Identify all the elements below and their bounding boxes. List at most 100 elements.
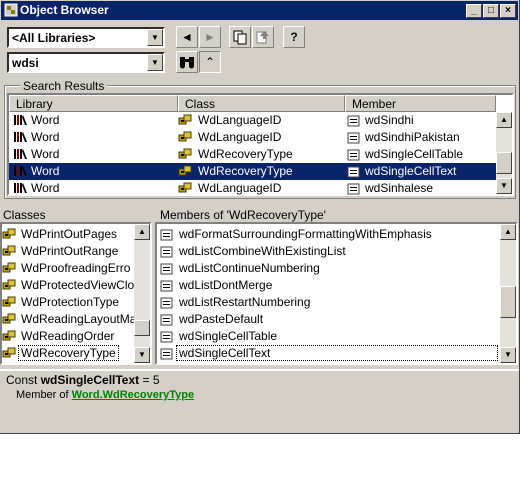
member-name: wdListContinueNumbering xyxy=(179,261,320,275)
class-list-item[interactable]: WdProofreadingErro xyxy=(2,260,134,277)
help-button[interactable]: ? xyxy=(283,26,305,48)
class-link[interactable]: WdRecoveryType xyxy=(103,389,195,401)
classes-scroll-thumb[interactable] xyxy=(134,320,150,336)
column-header-library[interactable]: Library xyxy=(9,95,178,112)
constant-icon xyxy=(160,297,173,309)
scroll-up-button[interactable]: ▲ xyxy=(496,112,512,128)
search-result-row[interactable]: Word WdLanguageID wdSinhalese xyxy=(9,180,496,197)
column-header-member[interactable]: Member xyxy=(345,95,496,112)
search-button[interactable] xyxy=(176,51,198,73)
members-header: Members of 'WdRecoveryType' xyxy=(160,208,326,222)
library-combo-value: <All Libraries> xyxy=(12,31,96,45)
library-icon xyxy=(14,132,27,142)
view-definition-icon xyxy=(256,31,269,44)
class-name: WdProtectionType xyxy=(21,295,120,309)
members-scroll-thumb[interactable] xyxy=(500,286,516,318)
class-list-item[interactable]: WdPrintOutRange xyxy=(2,243,134,260)
member-list-item[interactable]: wdListDontMerge xyxy=(157,277,500,294)
constant-icon xyxy=(347,149,360,161)
library-link[interactable]: Word xyxy=(72,389,100,401)
details-prefix: Const xyxy=(6,373,41,387)
maximize-button[interactable]: □ xyxy=(483,4,499,18)
object-browser-icon xyxy=(4,3,18,17)
details-member-name: wdSingleCellText xyxy=(40,373,140,387)
close-button[interactable]: × xyxy=(500,4,516,18)
library-icon xyxy=(14,149,27,159)
details-member-of: Member of Word.WdRecoveryType xyxy=(16,389,194,401)
class-name: WdPrintOutPages xyxy=(21,227,118,241)
column-header-class[interactable]: Class xyxy=(178,95,345,112)
member-name: wdFormatSurroundingFormattingWithEmphasi… xyxy=(179,227,432,241)
constant-icon xyxy=(160,263,173,275)
details-member-of-label: Member of xyxy=(16,389,72,401)
constant-icon xyxy=(160,331,173,343)
copy-to-clipboard-button[interactable] xyxy=(229,26,251,48)
enum-class-icon xyxy=(178,114,192,125)
hide-search-results-button[interactable]: ⌃ xyxy=(199,51,221,73)
member-list-item[interactable]: wdSingleCellText xyxy=(157,345,500,362)
classes-scrollbar[interactable]: ▲ ▼ xyxy=(134,224,150,363)
member-list-item[interactable]: wdPasteDefault xyxy=(157,311,500,328)
enum-class-icon xyxy=(178,182,192,193)
members-list[interactable]: wdFormatSurroundingFormattingWithEmphasi… xyxy=(155,222,518,365)
members-scroll-down-button[interactable]: ▼ xyxy=(500,347,516,363)
title-bar[interactable]: Object Browser _ □ × xyxy=(1,1,518,20)
result-class: WdRecoveryType xyxy=(198,147,293,161)
result-member: wdSindhiPakistan xyxy=(365,130,460,144)
search-results-list[interactable]: Library Class Member Word WdLanguageID wdS… xyxy=(7,93,514,196)
search-text-value: wdsi xyxy=(12,56,39,70)
class-name: WdProtectedViewClo xyxy=(21,278,134,292)
members-scroll-up-button[interactable]: ▲ xyxy=(500,224,516,240)
result-member: wdSingleCellText xyxy=(365,164,457,178)
class-name: WdReadingLayoutMa xyxy=(21,312,134,326)
member-list-item[interactable]: wdListCombineWithExistingList xyxy=(157,243,500,260)
go-forward-button[interactable]: ► xyxy=(199,26,221,48)
enum-class-icon xyxy=(2,330,16,341)
class-list-item[interactable]: WdReadingOrder xyxy=(2,328,134,345)
search-result-row[interactable]: Word WdRecoveryType wdSingleCellText xyxy=(9,163,496,180)
member-list-item[interactable]: wdSingleCellTable xyxy=(157,328,500,345)
constant-icon xyxy=(347,115,360,127)
class-list-item[interactable]: WdProtectionType xyxy=(2,294,134,311)
search-results-scrollbar[interactable]: ▲ ▼ xyxy=(496,112,512,194)
member-list-item[interactable]: wdListContinueNumbering xyxy=(157,260,500,277)
constant-icon xyxy=(160,280,173,292)
constant-icon xyxy=(160,229,173,241)
enum-class-icon xyxy=(2,313,16,324)
view-definition-button[interactable] xyxy=(252,26,274,48)
library-combo[interactable]: <All Libraries> ▼ xyxy=(7,27,165,48)
member-name: wdListDontMerge xyxy=(179,278,273,292)
constant-icon xyxy=(347,132,360,144)
class-list-item[interactable]: WdPrintOutPages xyxy=(2,226,134,243)
search-result-row[interactable]: Word WdLanguageID wdSindhi xyxy=(9,112,496,129)
classes-scroll-up-button[interactable]: ▲ xyxy=(134,224,150,240)
member-name: wdListRestartNumbering xyxy=(179,295,311,309)
details-pane: Const wdSingleCellText = 5 Member of Wor… xyxy=(0,369,519,432)
member-list-item[interactable]: wdListRestartNumbering xyxy=(157,294,500,311)
result-member: wdSindhi xyxy=(365,113,414,127)
member-list-item[interactable]: wdFormatSurroundingFormattingWithEmphasi… xyxy=(157,226,500,243)
enum-class-icon xyxy=(2,279,16,290)
scroll-thumb[interactable] xyxy=(496,152,512,174)
search-dropdown-button[interactable]: ▼ xyxy=(147,54,163,71)
enum-class-icon xyxy=(2,245,16,256)
enum-class-icon xyxy=(2,347,16,358)
window-title: Object Browser xyxy=(20,3,109,17)
class-list-item[interactable]: WdReadingLayoutMa xyxy=(2,311,134,328)
classes-scroll-down-button[interactable]: ▼ xyxy=(134,347,150,363)
classes-header: Classes xyxy=(3,208,46,222)
result-class: WdRecoveryType xyxy=(198,164,293,178)
classes-list[interactable]: WdPrintOutPages WdPrintOutRange WdProofrea… xyxy=(0,222,152,365)
minimize-button[interactable]: _ xyxy=(466,4,482,18)
go-back-button[interactable]: ◄ xyxy=(176,26,198,48)
search-result-row[interactable]: Word WdLanguageID wdSindhiPakistan xyxy=(9,129,496,146)
result-library: Word xyxy=(31,113,60,127)
enum-class-icon xyxy=(2,296,16,307)
library-dropdown-button[interactable]: ▼ xyxy=(147,29,163,46)
search-result-row[interactable]: Word WdRecoveryType wdSingleCellTable xyxy=(9,146,496,163)
members-scrollbar[interactable]: ▲ ▼ xyxy=(500,224,516,363)
scroll-down-button[interactable]: ▼ xyxy=(496,178,512,194)
search-text-combo[interactable]: wdsi ▼ xyxy=(7,52,165,73)
class-list-item[interactable]: WdProtectedViewClo xyxy=(2,277,134,294)
class-list-item[interactable]: WdRecoveryType xyxy=(2,345,134,362)
